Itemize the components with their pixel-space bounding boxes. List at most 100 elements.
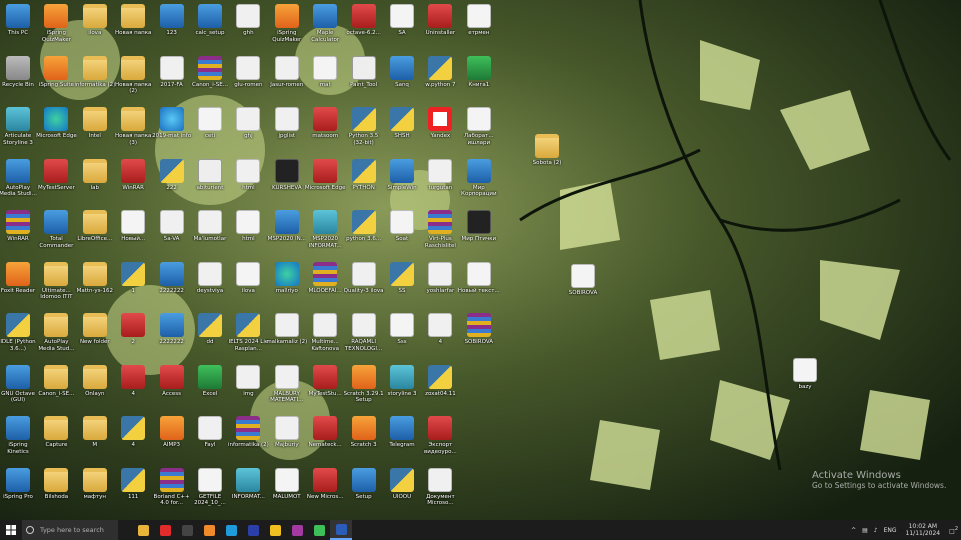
desktop-icon[interactable]: 4 [419,311,461,361]
desktop-icon[interactable]: ghh [227,2,269,52]
desktop-icon[interactable]: html [227,208,269,258]
desktop-icon[interactable]: Новый... [112,208,154,258]
desktop-icon[interactable]: Новая папка (3) [112,105,154,155]
desktop-icon[interactable]: Книга1 [458,54,500,104]
desktop-icon[interactable]: MSP2020 IN... [266,208,308,258]
desktop-icon[interactable]: mallriyo [266,260,308,310]
desktop-icon[interactable]: Документ Microso... [419,466,461,516]
desktop-icon[interactable]: dd [189,311,231,361]
desktop-icon[interactable]: Articulate Storyline 3 [0,105,39,155]
desktop-icon[interactable]: PYTHON [343,157,385,207]
taskbar-app-yandex[interactable] [154,520,176,540]
desktop-icon[interactable]: INFORMAT... [227,466,269,516]
desktop-icon[interactable]: Новый текст... [458,260,500,310]
desktop-icon[interactable]: yoshlarfar [419,260,461,310]
desktop-icon[interactable]: MALBURY MATEMATI... [266,363,308,413]
desktop-icon[interactable]: ilova [227,260,269,310]
desktop-icon[interactable]: 5a-VA [151,208,193,258]
desktop-icon[interactable]: Paint_Tool [343,54,385,104]
desktop-icon[interactable]: Python 3.5 (32-bit) [343,105,385,155]
desktop-icon[interactable]: SS [381,260,423,310]
desktop-icon[interactable]: storyline 3 [381,363,423,413]
desktop-icon[interactable]: iSpring Pro [0,466,39,516]
taskbar-app-file-explorer[interactable] [132,520,154,540]
desktop-icon[interactable]: abiturient [189,157,231,207]
desktop-icon[interactable]: This PC [0,2,39,52]
desktop-icon[interactable]: Soat [381,208,423,258]
desktop-icon[interactable]: html [227,157,269,207]
desktop-icon[interactable]: SOBIROVA [562,262,604,312]
desktop-icon[interactable]: Majburiy [266,414,308,464]
desktop-icon[interactable]: Scratch 3.29.1 Setup [343,363,385,413]
taskbar-app-edge[interactable] [220,520,242,540]
desktop-icon[interactable]: python 3.6... [343,208,385,258]
desktop-icon[interactable]: Yandex [419,105,461,155]
desktop-icon[interactable]: iSpring Suite [35,54,77,104]
language-indicator[interactable]: ENG [884,527,897,534]
desktop-icon[interactable]: Recycle Bin [0,54,39,104]
desktop-icon[interactable]: Capture [35,414,77,464]
chevron-up-icon[interactable]: ^ [851,527,856,534]
desktop-icon[interactable]: MSP2020 INFORMAT... [304,208,346,258]
taskbar-search-box[interactable]: Type here to search [22,520,118,540]
desktop-icon[interactable]: iSpring QuizMaker [266,2,308,52]
desktop-icon[interactable]: Intel [74,105,116,155]
desktop-icon[interactable]: AutoPlay Media Stud... [35,311,77,361]
desktop-icon[interactable]: SOBIROVA [458,311,500,361]
desktop-icon[interactable]: Onlayn [74,363,116,413]
desktop-icon[interactable]: Ma'lumotlar [189,208,231,258]
desktop-icon[interactable]: 1 [112,260,154,310]
desktop-icon[interactable]: Ultimate... Idomoo ITIT [35,260,77,310]
desktop-icon[interactable]: Excel [189,363,231,413]
desktop-icon[interactable]: GETFILE 2024_10_... [189,466,231,516]
desktop-icon[interactable]: Telegram [381,414,423,464]
desktop-icon[interactable]: Nemateck... [304,414,346,464]
taskbar-app-obs[interactable] [176,520,198,540]
desktop-icon[interactable]: lab [74,157,116,207]
desktop-icon[interactable]: Мир Птички [458,208,500,258]
desktop-icon[interactable]: malkamaliz (2) [266,311,308,361]
desktop-icon[interactable]: AIMP3 [151,414,193,464]
desktop-icon[interactable]: 111 [112,466,154,516]
desktop-icon[interactable]: informatika (2) [74,54,116,104]
taskbar-clock[interactable]: 10:02 AM 11/11/2024 [906,523,941,537]
desktop-icon[interactable]: 4 [112,414,154,464]
desktop-icon[interactable]: мафтун [74,466,116,516]
desktop-icon[interactable]: 123 [151,2,193,52]
desktop-icon[interactable]: UIOOU [381,466,423,516]
desktop-icon[interactable]: Лаборат... ишлари [458,105,500,155]
desktop-icon[interactable]: Fayl [189,414,231,464]
desktop-icon[interactable]: Экспорт видеоуро... [419,414,461,464]
desktop-icon[interactable]: ceti [189,105,231,155]
taskbar-app-winrar[interactable] [286,520,308,540]
taskbar-app-firefox[interactable] [242,520,264,540]
desktop-icon[interactable]: 2222222 [151,311,193,361]
desktop-icon[interactable]: matsoom [304,105,346,155]
desktop-icon[interactable]: Sss [381,311,423,361]
notification-center-icon[interactable]: □2 [949,526,958,535]
desktop-icon[interactable]: Мир Корпорации [458,157,500,207]
desktop-icon[interactable]: IELTS 2024 Lie Rasplan... [227,311,269,361]
desktop-icon[interactable]: Quality-3 ilova [343,260,385,310]
desktop-icon[interactable]: 4 [112,363,154,413]
taskbar-app-ispring[interactable] [198,520,220,540]
desktop-icon[interactable]: Jasur-romen [266,54,308,104]
desktop-icon[interactable]: 2019-mat info [151,105,193,155]
desktop-icon[interactable]: SA [381,2,423,52]
desktop-icon[interactable]: Sobota (2) [526,132,568,182]
desktop-icon[interactable]: WinRAR [112,157,154,207]
desktop-icon[interactable]: ilova [74,2,116,52]
volume-icon[interactable]: ♪ [874,527,878,534]
desktop-icon[interactable]: New Micros... [304,466,346,516]
desktop-icon[interactable]: IDLE (Python 3.6...) [0,311,39,361]
desktop-icon[interactable]: glu-romen [227,54,269,104]
desktop-icon[interactable]: w.python 7 [419,54,461,104]
desktop-icon[interactable]: Borland C++ 4.0 for... [151,466,193,516]
desktop-icon[interactable]: img [227,363,269,413]
desktop-icon[interactable]: Foxit Reader [0,260,39,310]
desktop-icon[interactable]: jpglist [266,105,308,155]
desktop-icon[interactable]: MyTestServer [35,157,77,207]
desktop-icon[interactable]: Microsoft Edge [35,105,77,155]
desktop-icon[interactable]: MALUMOT [266,466,308,516]
taskbar-app-aimp[interactable] [264,520,286,540]
